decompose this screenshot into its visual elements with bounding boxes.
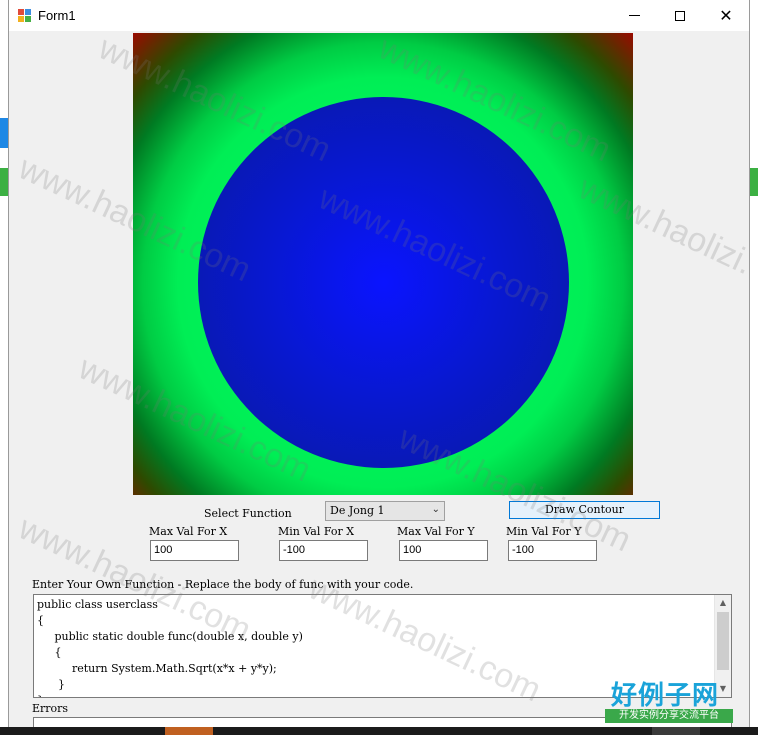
contour-plot-canvas xyxy=(133,33,633,495)
contour-center-disk xyxy=(198,97,569,468)
desktop-accent-right xyxy=(750,168,758,196)
scrollbar-thumb[interactable] xyxy=(717,612,729,670)
code-section-label: Enter Your Own Function - Replace the bo… xyxy=(32,578,414,591)
logo-subtext: 开发实例分享交流平台 xyxy=(605,709,733,723)
min-x-label: Min Val For X xyxy=(278,525,355,538)
desktop-accent-left xyxy=(0,118,8,148)
close-button[interactable]: ✕ xyxy=(703,0,749,31)
taskbar-item[interactable] xyxy=(652,727,700,735)
title-bar: Form1 ✕ xyxy=(9,0,749,31)
code-line: } xyxy=(37,678,65,691)
maximize-button[interactable] xyxy=(657,0,703,31)
site-logo: 好例子网 开发实例分享交流平台 xyxy=(605,675,733,725)
taskbar xyxy=(0,727,758,735)
max-x-label: Max Val For X xyxy=(149,525,228,538)
function-select-value: De Jong 1 xyxy=(330,504,385,517)
chevron-down-icon: ⌄ xyxy=(431,504,440,515)
code-line: public class userclass xyxy=(37,598,158,611)
minimize-icon xyxy=(628,15,640,16)
desktop-background-left xyxy=(0,0,8,735)
code-line: { xyxy=(37,646,62,659)
min-y-label: Min Val For Y xyxy=(506,525,582,538)
max-y-input[interactable]: 100 xyxy=(399,540,488,561)
max-y-label: Max Val For Y xyxy=(397,525,475,538)
desktop-accent-left-2 xyxy=(0,168,8,196)
code-line: public static double func(double x, doub… xyxy=(37,630,303,643)
desktop-background-right xyxy=(750,0,758,735)
window-title: Form1 xyxy=(38,8,76,23)
taskbar-item[interactable] xyxy=(165,727,213,735)
select-function-label: Select Function xyxy=(204,507,292,520)
minimize-button[interactable] xyxy=(611,0,657,31)
min-x-input[interactable]: -100 xyxy=(279,540,368,561)
code-line: { xyxy=(37,614,44,627)
draw-contour-button[interactable]: Draw Contour xyxy=(509,501,660,519)
errors-label: Errors xyxy=(32,702,69,715)
logo-text: 好例子网 xyxy=(611,681,720,711)
form1-window: Form1 ✕ Select Function De Jong 1 ⌄ Draw… xyxy=(8,0,750,727)
code-line: } xyxy=(37,694,44,697)
max-x-input[interactable]: 100 xyxy=(150,540,239,561)
form-app-icon xyxy=(18,9,31,22)
function-select[interactable]: De Jong 1 ⌄ xyxy=(325,501,445,521)
maximize-icon xyxy=(675,10,685,21)
code-line: return System.Math.Sqrt(x*x + y*y); xyxy=(37,662,277,675)
scroll-up-arrow-icon[interactable]: ▲ xyxy=(715,595,731,611)
close-icon: ✕ xyxy=(719,6,733,25)
min-y-input[interactable]: -100 xyxy=(508,540,597,561)
